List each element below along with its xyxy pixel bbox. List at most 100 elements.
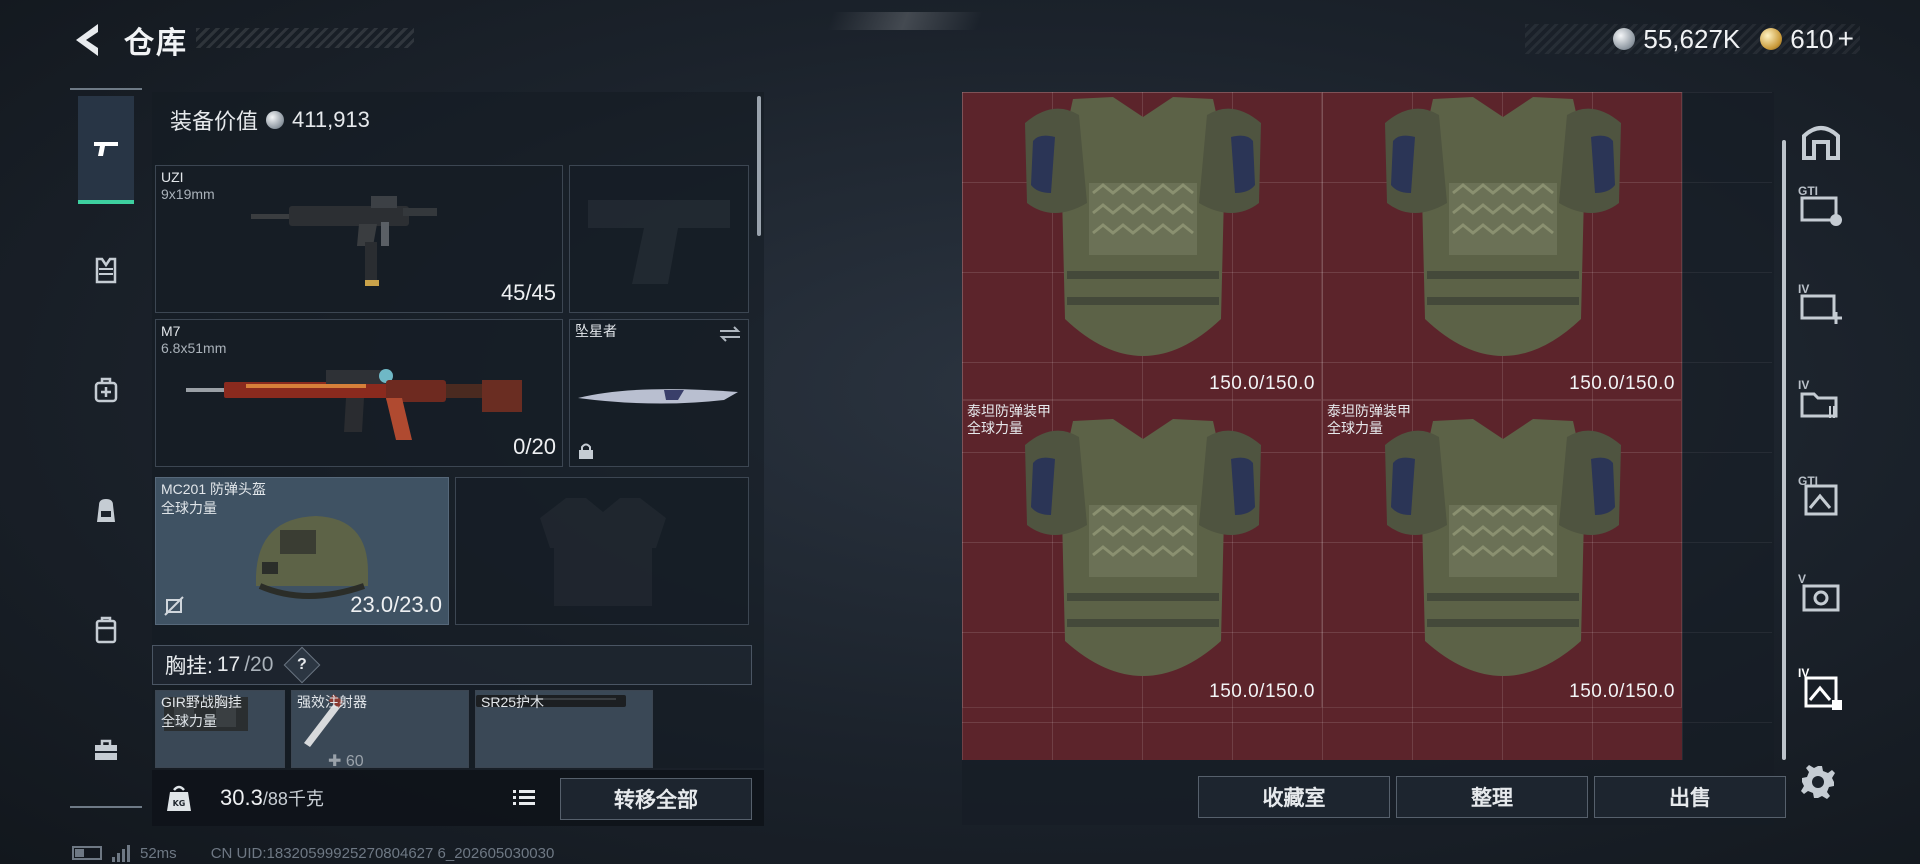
stash-scrollbar[interactable] <box>1782 140 1786 760</box>
stash-tab-3[interactable]: IV <box>1798 282 1844 326</box>
armor-name-block: 泰坦防弹装甲 全球力量 <box>967 403 1051 437</box>
gold-balance: 610 <box>1790 23 1834 54</box>
tab-level: IV <box>1798 378 1810 392</box>
signal-icon <box>112 844 130 862</box>
item-name: SR25护木 <box>481 694 545 710</box>
plus-icon: ✚ <box>328 753 342 768</box>
equipment-value-label: 装备价值 <box>170 109 259 134</box>
injector-item-slot[interactable]: 强效注射器 ✚ 60 <box>291 690 469 768</box>
tab-level: IV <box>1798 666 1810 680</box>
uid-text: CN UID:18320599925270804627 6_2026050300… <box>210 844 555 862</box>
nav-weapons[interactable] <box>78 96 134 204</box>
svg-text:KG: KG <box>173 799 186 808</box>
nav-backpack[interactable] <box>78 480 134 540</box>
stash-tab-2[interactable]: GTI <box>1798 184 1844 228</box>
weapon-name: UZI <box>161 169 184 185</box>
stash-home-icon <box>1802 126 1840 160</box>
settings-button[interactable] <box>1798 762 1838 802</box>
stash-item-armor[interactable]: 泰坦防弹装甲 全球力量 150.0/150.0 <box>1322 400 1682 708</box>
battery-icon <box>72 846 102 860</box>
tab-level: GTI <box>1798 474 1818 488</box>
stash-grid: 150.0/150.0 150.0/150.0 泰坦防弹装甲 全球力量 150.… <box>962 92 1773 760</box>
stash-tab-6[interactable]: V <box>1798 572 1844 616</box>
armor-durability: 150.0/150.0 <box>1569 681 1675 702</box>
med-bag-icon <box>94 377 118 403</box>
weight-icon: KG <box>167 785 191 811</box>
back-button[interactable] <box>70 20 106 60</box>
injector-count-row: ✚ 60 <box>328 751 364 768</box>
armor-silhouette-icon <box>540 498 666 606</box>
swap-icon[interactable] <box>718 326 742 342</box>
armor-name: 泰坦防弹装甲 <box>1327 403 1411 419</box>
armor-durability: 150.0/150.0 <box>1209 373 1315 394</box>
silver-coin-icon <box>266 111 285 129</box>
weight-max: /88千克 <box>262 789 324 809</box>
handguard-item-slot[interactable]: SR25护木 <box>475 690 653 768</box>
list-icon <box>513 790 535 805</box>
nav-container[interactable] <box>78 600 134 660</box>
tab-level: IV <box>1798 282 1810 296</box>
transfer-all-button[interactable]: 转移全部 <box>560 778 752 820</box>
melee-slot[interactable]: 坠星者 <box>569 319 749 467</box>
add-gold-button[interactable]: + <box>1838 23 1854 55</box>
armor-brand: 全球力量 <box>967 420 1023 436</box>
body-armor-image <box>1025 419 1261 676</box>
stash-item-armor[interactable]: 150.0/150.0 <box>962 92 1322 400</box>
stash-tab-home[interactable] <box>1798 118 1844 162</box>
vest-icon <box>95 257 117 284</box>
silver-balance: 55,627K <box>1643 23 1741 54</box>
top-decoration <box>826 12 984 30</box>
melee-name: 坠星者 <box>575 323 617 339</box>
help-icon: ? <box>297 656 308 673</box>
silver-coin-icon <box>1613 28 1636 50</box>
status-footer: 52ms CN UID:18320599925270804627 6_20260… <box>72 844 554 862</box>
armor-durability: 150.0/150.0 <box>1209 681 1315 702</box>
lock-icon <box>579 443 593 459</box>
empty-cells <box>1682 92 1772 760</box>
collection-button[interactable]: 收藏室 <box>1198 776 1390 818</box>
helmet-name: MC201 防弹头盔 <box>161 481 267 497</box>
stash-tab-5[interactable]: GTI <box>1798 474 1844 518</box>
stash-item-armor[interactable]: 150.0/150.0 <box>1322 92 1682 400</box>
armor-brand: 全球力量 <box>1327 420 1383 436</box>
nav-armor[interactable] <box>78 240 134 300</box>
helmet-slot[interactable]: MC201 防弹头盔 全球力量 23.0/23.0 <box>155 477 449 625</box>
body-armor-slot-empty[interactable] <box>455 477 749 625</box>
pistol-silhouette-icon <box>588 200 730 284</box>
tab-level: GTI <box>1798 184 1818 198</box>
equipment-panel: 装备价值 411,913 UZI 9x19mm 45/45 M7 6.8x51m… <box>152 92 764 768</box>
weight-readout: 30.3/88千克 <box>220 785 324 811</box>
nav-toolbox[interactable] <box>78 720 134 780</box>
sell-button[interactable]: 出售 <box>1594 776 1786 818</box>
ping-text: 52ms <box>140 844 177 862</box>
stash-tab-4[interactable]: IV <box>1798 378 1844 422</box>
chest-rig-label: 胸挂: <box>165 655 213 678</box>
equipment-category-nav <box>70 88 142 808</box>
primary-weapon-slot[interactable]: UZI 9x19mm 45/45 <box>155 165 563 313</box>
armor-name-block: 泰坦防弹装甲 全球力量 <box>1327 403 1411 437</box>
item-name: GIR野战胸挂 <box>161 694 242 710</box>
pistol-slot-empty[interactable] <box>569 165 749 313</box>
armor-durability: 150.0/150.0 <box>1569 373 1675 394</box>
equipment-value-amount: 411,913 <box>292 107 370 132</box>
stash-tab-7-active[interactable]: IV <box>1798 666 1844 710</box>
equipment-value: 装备价值 411,913 <box>152 92 764 148</box>
organize-button[interactable]: 整理 <box>1396 776 1588 818</box>
helmet-durability: 23.0/23.0 <box>350 592 442 617</box>
currency-bar: 55,627K 610 + <box>1525 23 1860 55</box>
uzi-image <box>251 196 437 286</box>
chest-rig-used: 17 <box>216 653 241 676</box>
weapon-ammo: 0/20 <box>513 434 556 459</box>
stash-panel: 150.0/150.0 150.0/150.0 泰坦防弹装甲 全球力量 150.… <box>962 92 1786 825</box>
secondary-weapon-slot[interactable]: M7 6.8x51mm 0/20 <box>155 319 563 467</box>
stash-item-armor[interactable]: 泰坦防弹装甲 全球力量 150.0/150.0 <box>962 400 1322 708</box>
list-view-button[interactable] <box>510 784 538 812</box>
equipment-scrollbar[interactable] <box>757 96 761 236</box>
nav-medical[interactable] <box>78 360 134 420</box>
help-button[interactable]: ? <box>284 646 321 684</box>
weight-current: 30.3 <box>220 785 263 810</box>
chest-rig-item-slot[interactable]: GIR野战胸挂 全球力量 <box>155 690 285 768</box>
title-decoration <box>196 28 414 48</box>
gear-icon <box>1801 765 1835 799</box>
body-armor-image <box>1385 419 1621 676</box>
